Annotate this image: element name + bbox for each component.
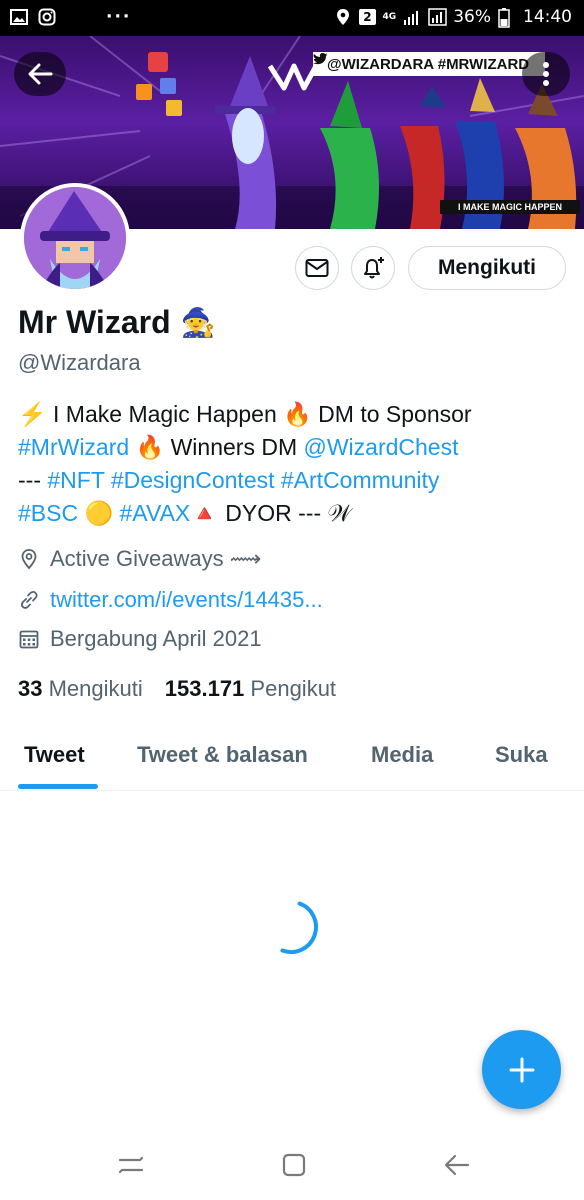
recent-apps-icon[interactable] [116, 1150, 146, 1180]
hashtag-link[interactable]: #MrWizard [18, 434, 129, 460]
instagram-icon [38, 8, 56, 26]
follow-stats: 33 Mengikuti 153.171 Pengikut [18, 676, 336, 702]
hashtag-link[interactable]: #BSC [18, 500, 78, 526]
bio-text: --- [18, 467, 48, 493]
wizard-avatar-image [24, 187, 126, 289]
bell-plus-icon [364, 257, 384, 279]
calendar-icon [19, 630, 39, 649]
following-count: 33 [18, 676, 43, 701]
following-stat[interactable]: 33 Mengikuti [18, 676, 143, 702]
followers-count: 153.171 [164, 676, 245, 701]
system-back-icon[interactable] [442, 1150, 472, 1180]
back-arrow-icon [28, 63, 53, 85]
website-row: twitter.com/i/events/14435... [18, 587, 323, 613]
battery-icon [498, 8, 516, 28]
notify-button[interactable] [351, 246, 395, 290]
active-tab-indicator [18, 784, 98, 789]
location-icon [334, 8, 352, 26]
bio-line-1: ⚡ I Make Magic Happen 🔥 DM to Sponsor [18, 398, 568, 431]
bio-line-2: #MrWizard 🔥 Winners DM @WizardChest [18, 431, 568, 464]
w-glyph: 𝒲 [327, 500, 352, 526]
location-pin-icon [21, 549, 37, 570]
wizard-emoji: 🧙 [180, 307, 216, 338]
tab-tweets-replies[interactable]: Tweet & balasan [137, 742, 308, 768]
display-name-row: Mr Wizard 🧙 [18, 304, 215, 341]
avatar[interactable] [20, 183, 130, 293]
sim-badge: 2 [359, 9, 376, 25]
more-options-button[interactable] [522, 52, 570, 96]
bio-text: I Make Magic Happen [46, 401, 284, 427]
plus-icon [509, 1057, 534, 1082]
more-notifications-icon: ··· [106, 7, 132, 27]
battery-percent: 36% [453, 7, 491, 27]
loading-spinner-icon [280, 901, 318, 954]
clock: 14:40 [523, 7, 572, 27]
tab-tweet[interactable]: Tweet [24, 742, 85, 768]
hashtag-links[interactable]: #NFT #DesignContest #ArtCommunity [47, 467, 439, 493]
profile-tabs: Tweet Tweet & balasan Media Suka [0, 730, 584, 791]
status-bar: ··· 2 4G 36% 14:40 [0, 0, 584, 36]
system-nav-bar [0, 1130, 584, 1200]
followers-stat[interactable]: 153.171 Pengikut [165, 676, 336, 702]
signal2-icon [428, 8, 447, 26]
hashtag-link[interactable]: #AVAX [120, 500, 191, 526]
followers-label: Pengikut [250, 676, 337, 701]
gallery-icon [10, 8, 28, 26]
location-row: Active Giveaways ⟿ [18, 546, 261, 572]
joined-row: Bergabung April 2021 [18, 626, 262, 652]
bio-line-3: --- #NFT #DesignContest #ArtCommunity [18, 464, 568, 497]
link-icon [20, 590, 38, 609]
banner-caption: I MAKE MAGIC HAPPEN [440, 200, 580, 214]
network-type: 4G [382, 11, 397, 22]
website-link[interactable]: twitter.com/i/events/14435... [50, 587, 323, 613]
tab-media[interactable]: Media [371, 742, 433, 768]
bio-text: DYOR --- [218, 500, 328, 526]
mail-icon [305, 259, 329, 277]
bio-line-4: #BSC 🟡 #AVAX🔺 DYOR --- 𝒲 [18, 497, 568, 530]
message-button[interactable] [295, 246, 339, 290]
back-button[interactable] [14, 52, 66, 96]
bio-text: Winners DM [164, 434, 304, 460]
banner-tag-text: @WIZARDARA #MRWIZARD [327, 55, 530, 73]
fire-emoji: 🔥 [129, 434, 165, 460]
bsc-emoji: 🟡 [78, 500, 120, 526]
tab-likes[interactable]: Suka [495, 742, 548, 768]
location-text: Active Giveaways ⟿ [50, 546, 262, 571]
lightning-emoji: ⚡ [18, 401, 47, 427]
following-button[interactable]: Mengikuti [408, 246, 566, 290]
profile-bio: ⚡ I Make Magic Happen 🔥 DM to Sponsor #M… [18, 398, 568, 530]
following-label: Mengikuti [48, 676, 143, 701]
compose-tweet-button[interactable] [482, 1030, 561, 1109]
joined-text: Bergabung April 2021 [50, 626, 262, 651]
mention-link[interactable]: @WizardChest [304, 434, 459, 460]
more-vertical-icon [543, 62, 549, 86]
avax-emoji: 🔺 [190, 500, 219, 526]
user-handle: @Wizardara [18, 350, 141, 375]
signal-icon [403, 8, 421, 26]
bio-text: DM to Sponsor [311, 401, 472, 427]
fire-emoji: 🔥 [283, 401, 312, 427]
banner-social-tag: @WIZARDARA #MRWIZARD [313, 52, 545, 76]
home-icon[interactable] [279, 1150, 309, 1180]
display-name: Mr Wizard [18, 304, 171, 340]
